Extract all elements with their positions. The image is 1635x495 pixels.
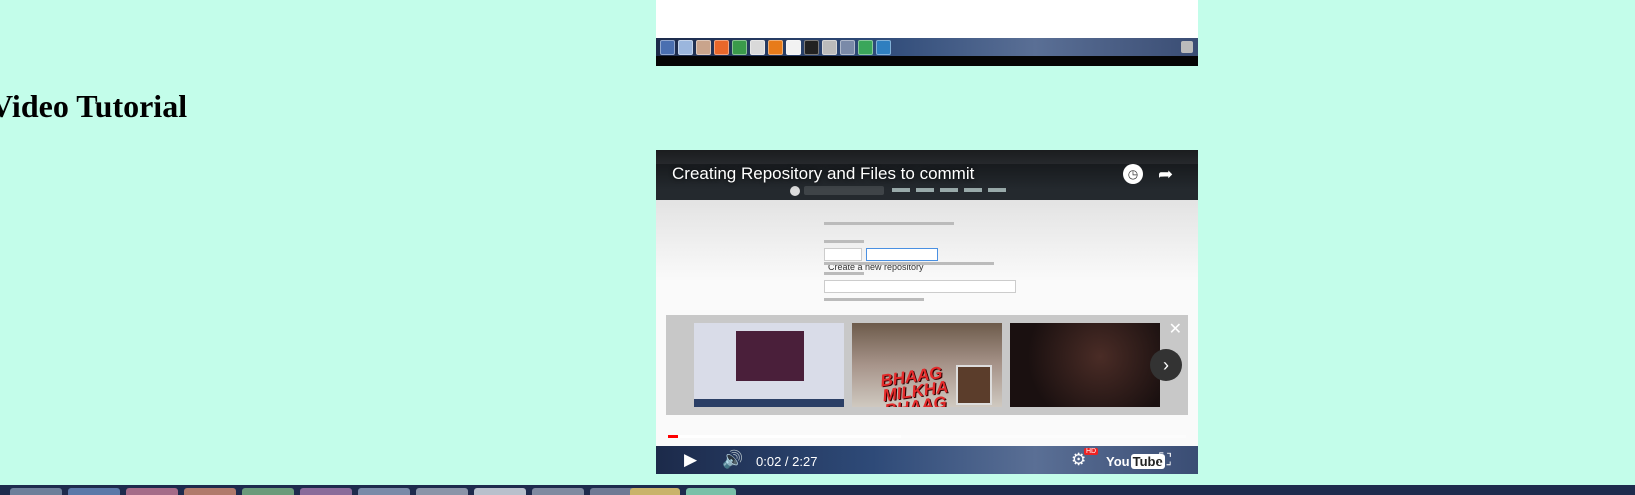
app-icon: [768, 40, 783, 55]
bottom-tab[interactable]: [358, 488, 410, 495]
bottom-tab[interactable]: [474, 488, 526, 495]
fullscreen-icon[interactable]: ⛶: [1159, 450, 1171, 470]
app-icon: [822, 40, 837, 55]
bottom-tab[interactable]: [10, 488, 62, 495]
video-frame-text-line: [824, 272, 864, 275]
taskbar-bottom-strip: [656, 56, 1198, 66]
suggested-video-card[interactable]: [694, 323, 844, 407]
youtube-logo[interactable]: You Tube: [1106, 452, 1165, 472]
bottom-tab[interactable]: [184, 488, 236, 495]
suggested-video-card[interactable]: [1010, 323, 1160, 407]
app-icon: [678, 40, 693, 55]
player-controls: ▶ 🔊 0:02 / 2:27 ⚙ HD You Tube ⛶: [656, 446, 1198, 474]
app-icon: [858, 40, 873, 55]
hd-badge: HD: [1084, 448, 1099, 455]
taskbar-icons: [660, 40, 891, 55]
suggested-video-thumbnail: [736, 331, 804, 381]
app-icon: [750, 40, 765, 55]
video-frame-owner-select: [824, 248, 862, 261]
share-icon[interactable]: ➦: [1158, 164, 1180, 184]
bottom-tab[interactable]: [126, 488, 178, 495]
app-icon: [696, 40, 711, 55]
app-icon: [660, 40, 675, 55]
volume-icon[interactable]: 🔊: [722, 450, 743, 470]
video-frame-text-line: [824, 262, 994, 265]
bottom-tab[interactable]: [242, 488, 294, 495]
app-icon: [732, 40, 747, 55]
time-separator: /: [781, 454, 793, 469]
suggested-videos-overlay: BHAAG MILKHA BHAAG ✕ ›: [666, 315, 1188, 415]
bottom-tab[interactable]: [300, 488, 352, 495]
progress-bar[interactable]: [668, 435, 1186, 438]
app-icon: [876, 40, 891, 55]
progress-played: [668, 435, 679, 438]
screenshot-image-top: [656, 0, 1198, 66]
chevron-right-icon[interactable]: ›: [1150, 349, 1182, 381]
close-icon[interactable]: ✕: [1169, 319, 1182, 339]
time-display: 0:02 / 2:27: [756, 452, 817, 472]
video-frame-text-line: [824, 298, 924, 301]
duration: 2:27: [792, 454, 818, 469]
video-frame-text-line: [824, 240, 864, 243]
video-frame-text-line: [824, 222, 954, 225]
video-title[interactable]: Creating Repository and Files to commit: [672, 164, 974, 184]
section-heading: Video Tutorial: [0, 88, 188, 124]
progress-buffered: [668, 435, 902, 438]
bottom-tab[interactable]: [630, 488, 680, 495]
play-icon[interactable]: ▶: [684, 450, 697, 470]
app-icon: [786, 40, 801, 55]
app-icon: [840, 40, 855, 55]
video-frame-repo-name-input: [866, 248, 938, 261]
bottom-tab[interactable]: [532, 488, 584, 495]
bottom-tab[interactable]: [686, 488, 736, 495]
app-icon: [804, 40, 819, 55]
youtube-logo-you: You: [1106, 454, 1130, 469]
bottom-tab[interactable]: [68, 488, 120, 495]
current-time: 0:02: [756, 454, 782, 469]
suggested-video-poster-inset: [956, 365, 992, 405]
bottom-tab[interactable]: [416, 488, 468, 495]
desktop-taskbar: [656, 38, 1198, 66]
video-player[interactable]: Create a new repository Creating Reposit…: [656, 150, 1198, 474]
suggested-video-card[interactable]: BHAAG MILKHA BHAAG: [852, 323, 1002, 407]
trash-icon: [1181, 41, 1193, 53]
app-icon: [714, 40, 729, 55]
watch-later-icon[interactable]: ◷: [1123, 164, 1143, 184]
video-frame-description-input: [824, 280, 1016, 293]
suggested-video-thumbnail-taskbar: [694, 399, 844, 407]
